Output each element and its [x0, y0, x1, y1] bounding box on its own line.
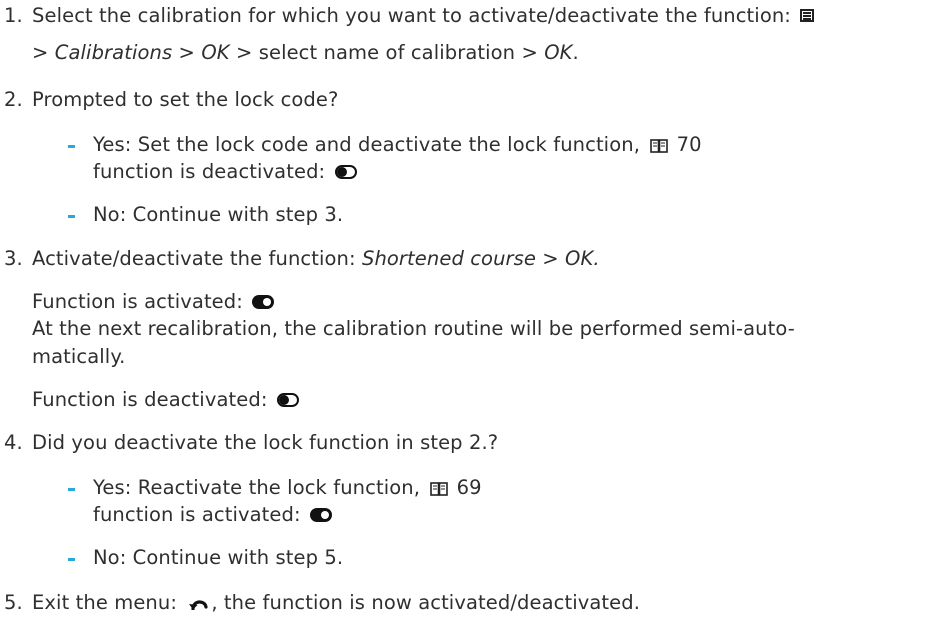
- toggle-off-icon: [276, 393, 299, 407]
- step-4-yes-option: Yes: Reactivate the lock function, 69: [93, 476, 482, 499]
- bullet-dash: [68, 145, 75, 148]
- step-5-number: 5.: [4, 591, 23, 614]
- page-reference[interactable]: 69: [457, 476, 482, 499]
- step-2-number: 2.: [4, 88, 23, 111]
- toggle-off-icon: [334, 165, 357, 179]
- step-3-number: 3.: [4, 247, 23, 270]
- step-1-path: > Calibrations > OK > select name of cal…: [32, 41, 579, 64]
- bullet-dash: [68, 488, 75, 491]
- step-2-no-option: No: Continue with step 3.: [93, 203, 344, 226]
- step-5-text: Exit the menu: , the function is now act…: [32, 591, 641, 614]
- step-2-yes-option: Yes: Set the lock code and deactivate th…: [93, 133, 702, 156]
- menu-icon: [800, 9, 815, 22]
- step-3-note-line-2: matically.: [32, 345, 126, 368]
- step-4-no-option: No: Continue with step 5.: [93, 546, 344, 569]
- step-1-number: 1.: [4, 4, 23, 27]
- toggle-on-icon: [309, 508, 332, 522]
- book-icon: [650, 139, 669, 153]
- bullet-dash: [68, 215, 75, 218]
- step-2-yes-result: function is deactivated:: [93, 160, 357, 184]
- step-4-yes-result: function is activated:: [93, 503, 332, 527]
- step-3-deactivated: Function is deactivated:: [32, 388, 299, 412]
- page-reference[interactable]: 70: [677, 133, 702, 156]
- step-4-text: Did you deactivate the lock function in …: [32, 431, 499, 454]
- toggle-on-icon: [252, 295, 275, 309]
- step-3-activated: Function is activated:: [32, 290, 275, 314]
- step-3-note-line-1: At the next recalibration, the calibrati…: [32, 317, 795, 340]
- book-icon: [430, 482, 449, 496]
- step-1-text: Select the calibration for which you wan…: [32, 4, 815, 28]
- step-2-text: Prompted to set the lock code?: [32, 88, 339, 111]
- back-arrow-icon: [189, 600, 208, 610]
- step-3-text: Activate/deactivate the function: Shorte…: [32, 247, 600, 270]
- step-4-number: 4.: [4, 431, 23, 454]
- bullet-dash: [68, 558, 75, 561]
